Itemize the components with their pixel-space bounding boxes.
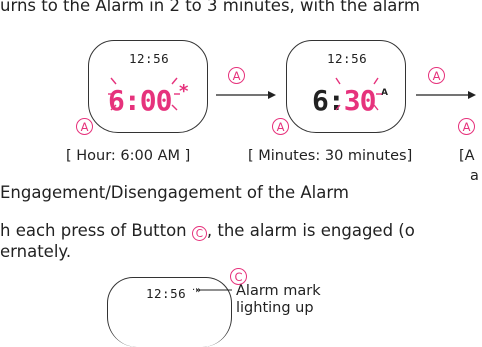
arrow-right-icon <box>216 91 276 99</box>
body-text-line: h each press of Button C, the alarm is e… <box>0 221 415 241</box>
button-a-label: A <box>228 67 245 84</box>
caption-minutes: [ Minutes: 30 minutes] <box>248 148 413 164</box>
watch-time-readout: 12:56 <box>129 51 170 66</box>
caption-cut-off: [A <box>459 148 475 164</box>
caption-hour: [ Hour: 6:00 AM ] <box>66 148 191 164</box>
arrow-right-icon <box>416 91 476 99</box>
button-a-label: A <box>272 118 289 135</box>
button-c-label: C <box>191 226 207 241</box>
section-heading: Engagement/Disengagement of the Alarm <box>0 183 349 202</box>
button-a-label: A <box>428 67 445 84</box>
callout-alarm-mark: Alarm mark <box>236 283 321 299</box>
flash-lines-hour <box>108 77 180 111</box>
body-text-line: ernately. <box>0 242 72 261</box>
flash-lines-minutes <box>335 77 382 111</box>
button-a-label: A <box>458 118 475 135</box>
caption-cut-off-second-line: a <box>470 168 479 184</box>
button-a-label: A <box>76 118 93 135</box>
intro-text-line: urns to the Alarm in 2 to 3 minutes, wit… <box>0 0 420 15</box>
watch-time-readout: 12:56 <box>146 286 187 301</box>
callout-alarm-mark-second-line: lighting up <box>236 300 314 316</box>
callout-leader-line <box>196 289 232 291</box>
watch-time-readout: 12:56 <box>327 51 368 66</box>
